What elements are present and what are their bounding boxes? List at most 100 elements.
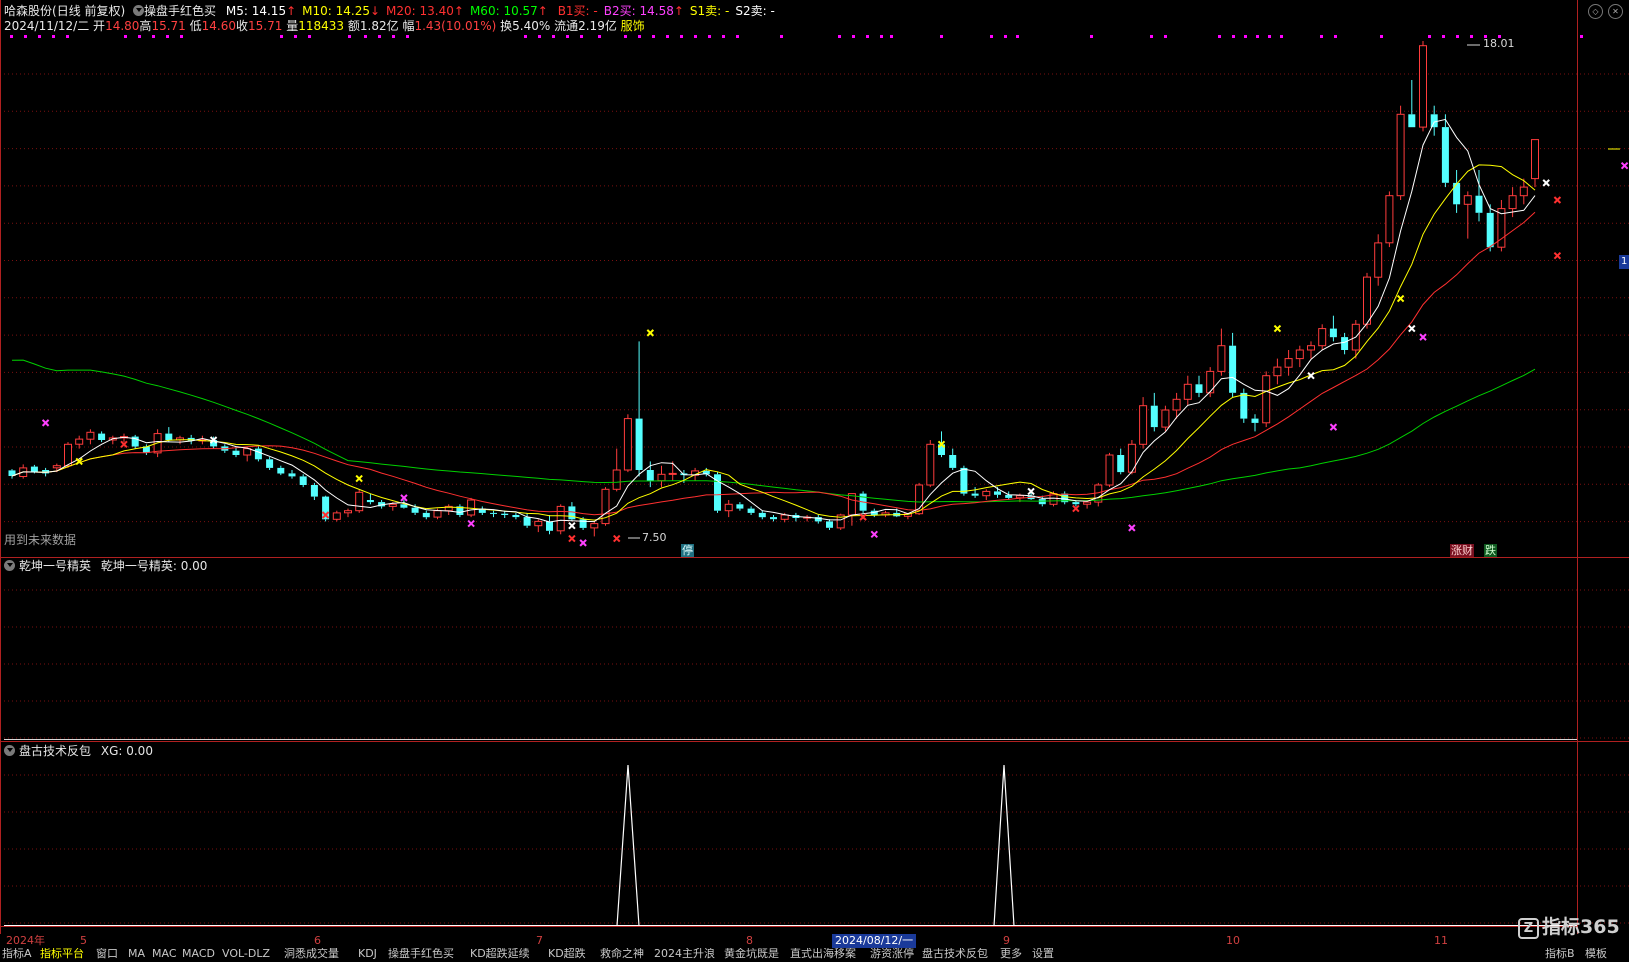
candle-body bbox=[243, 448, 252, 456]
indicator-tab[interactable]: KD超跌 bbox=[548, 948, 586, 960]
signal-dot bbox=[1268, 35, 1271, 38]
panel3-menu-icon[interactable] bbox=[4, 745, 15, 756]
date-tick-label: 7 bbox=[536, 934, 543, 947]
cross-signal-icon bbox=[1620, 162, 1629, 170]
candle-up bbox=[1318, 324, 1327, 350]
signal-dot bbox=[780, 35, 783, 38]
candle-body bbox=[288, 473, 296, 477]
ma60-line bbox=[11, 359, 1536, 503]
candle-down bbox=[949, 448, 957, 470]
candle-up bbox=[1463, 191, 1472, 239]
indicator-tab[interactable]: 盘古技术反包 bbox=[922, 948, 988, 960]
candle-body bbox=[1295, 349, 1304, 360]
date-tick-label: 10 bbox=[1226, 934, 1240, 947]
candle-up bbox=[926, 440, 935, 488]
candle-body bbox=[758, 512, 766, 518]
xg-spike bbox=[616, 764, 640, 927]
signal-dot bbox=[1004, 35, 1007, 38]
indicator-tab[interactable]: 黄金坑既是 bbox=[724, 948, 779, 960]
indicator-tab[interactable]: MACD bbox=[182, 948, 215, 960]
candle-body bbox=[1161, 409, 1170, 428]
candle-down bbox=[366, 493, 374, 505]
signal-dot bbox=[166, 35, 169, 38]
candle-body bbox=[332, 512, 341, 520]
indicator-tab[interactable]: 洞悉成交量 bbox=[284, 948, 339, 960]
signal-dot bbox=[1016, 35, 1019, 38]
candle-body bbox=[556, 505, 565, 532]
signal-dot bbox=[722, 35, 725, 38]
candle-body bbox=[1508, 195, 1517, 210]
candle-body bbox=[949, 455, 957, 468]
panel2-menu-icon[interactable] bbox=[4, 560, 15, 571]
candle-body bbox=[646, 470, 654, 481]
candle-body bbox=[1374, 242, 1383, 278]
signal-dot bbox=[890, 35, 893, 38]
signal-dot bbox=[1456, 35, 1459, 38]
chart-canvas[interactable] bbox=[0, 0, 1629, 934]
indicator-tab[interactable]: 设置 bbox=[1032, 948, 1054, 960]
candle-down bbox=[490, 510, 497, 518]
panel2-series-label: 乾坤一号精英: bbox=[100, 559, 177, 573]
ma5-line bbox=[11, 118, 1536, 523]
indicator-tab[interactable]: 指标平台 bbox=[40, 948, 84, 960]
signal-dot bbox=[1442, 35, 1445, 38]
candle-body bbox=[1195, 384, 1203, 393]
signal-dot bbox=[280, 35, 283, 38]
candle-up bbox=[601, 487, 610, 526]
candle-body bbox=[1396, 113, 1405, 197]
indicator-tab[interactable]: MAC bbox=[152, 948, 177, 960]
indicator-tab[interactable]: 指标A bbox=[2, 948, 32, 960]
candle-body bbox=[52, 465, 61, 469]
candle-down bbox=[288, 470, 296, 479]
candle-down bbox=[758, 510, 766, 520]
candle-body bbox=[994, 491, 1001, 495]
candle-up bbox=[355, 489, 364, 513]
indicator-tab[interactable]: 操盘手红色买 bbox=[388, 948, 454, 960]
panel2-title[interactable]: 乾坤一号精英 乾坤一号精英: 0.00 bbox=[4, 559, 207, 574]
candle-body bbox=[579, 519, 587, 528]
candle-up bbox=[1396, 105, 1405, 200]
indicator-tab[interactable]: KDJ bbox=[358, 948, 377, 960]
signal-dot bbox=[990, 35, 993, 38]
signal-dot bbox=[1164, 35, 1167, 38]
candle-body bbox=[64, 443, 72, 467]
candle-up bbox=[534, 519, 543, 533]
signal-dot bbox=[838, 35, 841, 38]
candle-down bbox=[299, 474, 307, 488]
candle-body bbox=[612, 469, 621, 490]
candle-up bbox=[1295, 345, 1304, 368]
candle-up bbox=[1262, 371, 1271, 428]
cross-signal-icon bbox=[41, 419, 50, 427]
indicator-tab[interactable]: KD超跌延续 bbox=[470, 948, 530, 960]
indicator-tab[interactable]: 救命之神 bbox=[600, 948, 644, 960]
panel2-series-value: 0.00 bbox=[180, 559, 208, 573]
candle-body bbox=[1139, 405, 1148, 445]
cross-signal-icon bbox=[1329, 423, 1338, 431]
indicator-tab[interactable]: 模板 bbox=[1585, 948, 1607, 960]
indicator-tab[interactable]: 游资涨停 bbox=[870, 948, 914, 960]
candle-down bbox=[1240, 388, 1248, 423]
candle-body bbox=[277, 467, 285, 474]
candle-body bbox=[1172, 398, 1181, 411]
indicator-tab[interactable]: 窗口 bbox=[96, 948, 118, 960]
signal-dot bbox=[138, 35, 141, 38]
candle-up bbox=[847, 493, 856, 526]
indicator-tab[interactable]: 指标B bbox=[1545, 948, 1575, 960]
candle-body bbox=[1117, 455, 1125, 473]
indicator-tab[interactable]: 2024主升浪 bbox=[654, 948, 715, 960]
candle-down bbox=[523, 512, 531, 528]
indicator-tab[interactable]: MA bbox=[128, 948, 145, 960]
indicator-tab[interactable]: VOL-DLZ bbox=[222, 948, 270, 960]
signal-dot bbox=[1150, 35, 1153, 38]
high-price-label: 18.01 bbox=[1483, 37, 1515, 50]
cross-signal-icon bbox=[1273, 324, 1282, 333]
panel3-name[interactable]: 盘古技术反包 bbox=[19, 744, 91, 758]
ma20-line bbox=[11, 211, 1536, 516]
candle-down bbox=[277, 465, 285, 476]
panel3-title[interactable]: 盘古技术反包 XG: 0.00 bbox=[4, 744, 153, 759]
indicator-tab[interactable]: 直式出海移案 bbox=[790, 948, 856, 960]
candle-body bbox=[1408, 114, 1416, 128]
indicator-tab[interactable]: 更多 bbox=[1000, 948, 1022, 960]
panel2-name[interactable]: 乾坤一号精英 bbox=[19, 559, 91, 573]
candle-up bbox=[612, 448, 621, 492]
